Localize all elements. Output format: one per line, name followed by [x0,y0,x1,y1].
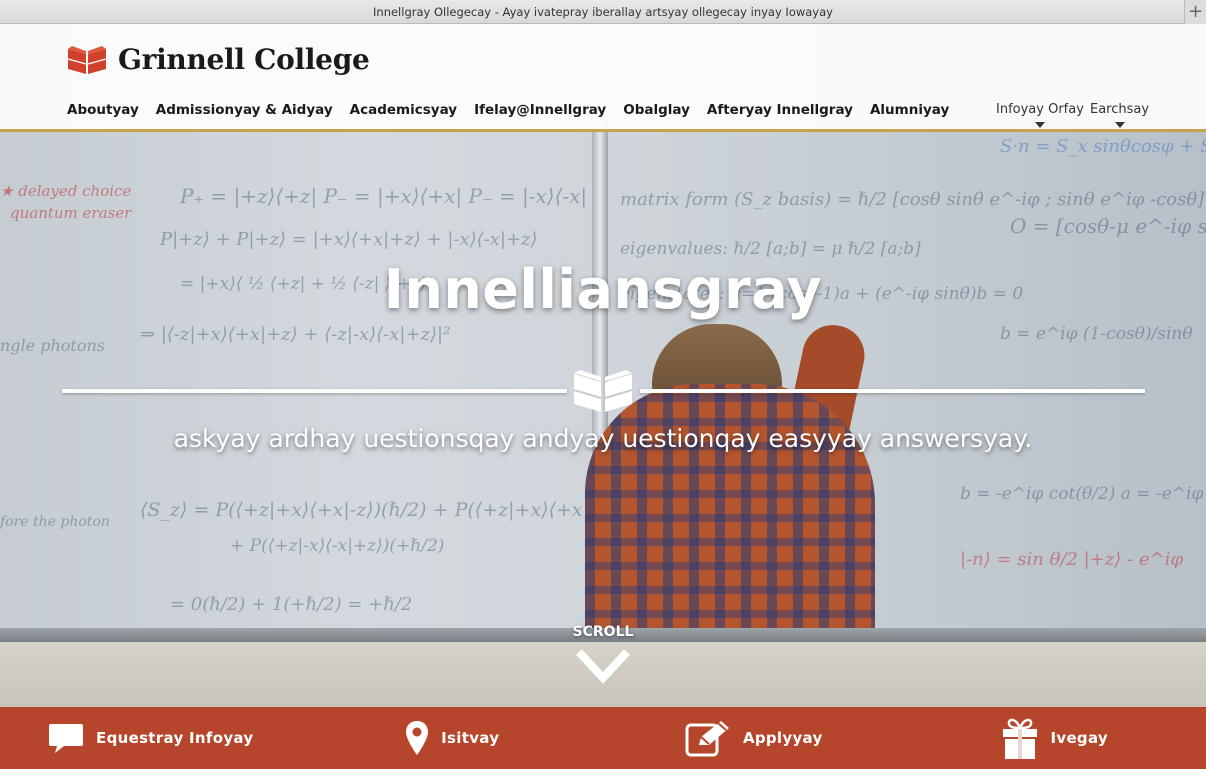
give-label: Ivegay [1050,729,1108,747]
college-name: Grinnell College [118,43,370,76]
info-for-dropdown[interactable]: Infoyay Orfay [996,102,1084,128]
whiteboard-scribble: fore the photon [0,514,110,530]
hero-title: Innelliansgray [383,258,823,321]
search-dropdown[interactable]: Earchsay [1090,102,1150,128]
map-pin-icon [406,721,429,755]
whiteboard-scribble: matrix form (S_z basis) = ℏ/2 [cosθ sinθ… [620,189,1205,210]
hero-subtitle: askyay ardhay uestionsqay andyay uestion… [173,424,1033,453]
caret-down-icon [1034,122,1045,128]
nav-admission-aid[interactable]: Admissionyay & Aidyay [156,102,333,118]
browser-tab-title[interactable]: Innellgray Ollegecay - Ayay ivatepray ib… [373,5,833,19]
action-bar: Equestray Infoyay Isitvay Applyyay Ivega… [0,707,1206,769]
chevron-down-icon[interactable] [575,646,631,686]
edit-pencil-icon [685,721,729,757]
hero-divider-right [640,389,1145,393]
whiteboard-scribble: ⇒ |⟨-z|+x⟩⟨+x|+z⟩ + ⟨-z|-x⟩⟨-x|+z⟩|² [140,324,451,345]
nav-global[interactable]: Obalglay [623,102,690,118]
scroll-label[interactable]: SCROLL [0,624,1206,640]
whiteboard-scribble: b = -e^iφ cot(θ/2) a = -e^iφ cos θ/2 [960,484,1206,504]
nav-life-at-grinnell[interactable]: Ifelay@Innellgray [474,102,606,118]
give-button[interactable]: Ivegay [905,707,1206,769]
hero-divider-left [62,389,567,393]
whiteboard-scribble: ★ delayed choice [0,182,132,200]
book-logo-icon [67,45,107,74]
whiteboard-scribble: P₊ = |+z⟩⟨+z| P₋ = |+x⟩⟨+x| P₋ = |-x⟩⟨-x… [180,184,588,208]
caret-down-icon [1114,122,1125,128]
whiteboard-scribble: O = [cosθ-μ e^-iφ sinθ] [1010,214,1206,238]
whiteboard-scribble: + P(⟨+z|-x⟩⟨-x|+z⟩)(+ℏ/2) [230,536,445,556]
nav-academics[interactable]: Academicsyay [350,102,457,118]
whiteboard-scribble: eigenvalues: ℏ/2 [a;b] = μ ℏ/2 [a;b] [620,239,921,259]
whiteboard-scribble: b = e^iφ (1-cosθ)/sinθ [1000,324,1193,344]
gift-icon [1003,718,1038,759]
nav-after-grinnell[interactable]: Afteryay Innellgray [707,102,853,118]
book-emblem-icon [573,370,633,412]
whiteboard-scribble: = 0(ℏ/2) + 1(+ℏ/2) = +ℏ/2 [170,594,413,615]
whiteboard-scribble: S·n = S_x sinθcosφ + S_y [1000,136,1206,157]
request-info-button[interactable]: Equestray Infoyay [0,707,302,769]
visit-label: Isitvay [441,729,500,747]
whiteboard-scribble: ngle photons [0,336,105,355]
nav-alumni[interactable]: Alumniyay [870,102,949,118]
whiteboard-scribble: quantum eraser [10,204,132,222]
main-nav: Aboutyay Admissionyay & Aidyay Academics… [67,102,949,118]
browser-tab-bar: Innellgray Ollegecay - Ayay ivatepray ib… [0,0,1206,24]
site-header: Grinnell College Aboutyay Admissionyay &… [0,24,1206,132]
info-for-label: Infoyay Orfay [996,102,1084,117]
nav-about[interactable]: Aboutyay [67,102,139,118]
whiteboard-scribble: |-n⟩ = sin θ/2 |+z⟩ - e^iφ [960,549,1183,570]
college-logo[interactable]: Grinnell College [66,43,370,76]
whiteboard-scribble: P|+z⟩ + P|+z⟩ = |+x⟩⟨+x|+z⟩ + |-x⟩⟨-x|+z… [160,229,538,250]
speech-bubble-icon [49,724,84,753]
visit-button[interactable]: Isitvay [302,707,604,769]
apply-label: Applyyay [742,729,823,747]
search-label: Earchsay [1090,102,1150,117]
new-tab-button[interactable]: + [1184,0,1206,24]
request-info-label: Equestray Infoyay [96,729,254,747]
apply-button[interactable]: Applyyay [603,707,905,769]
